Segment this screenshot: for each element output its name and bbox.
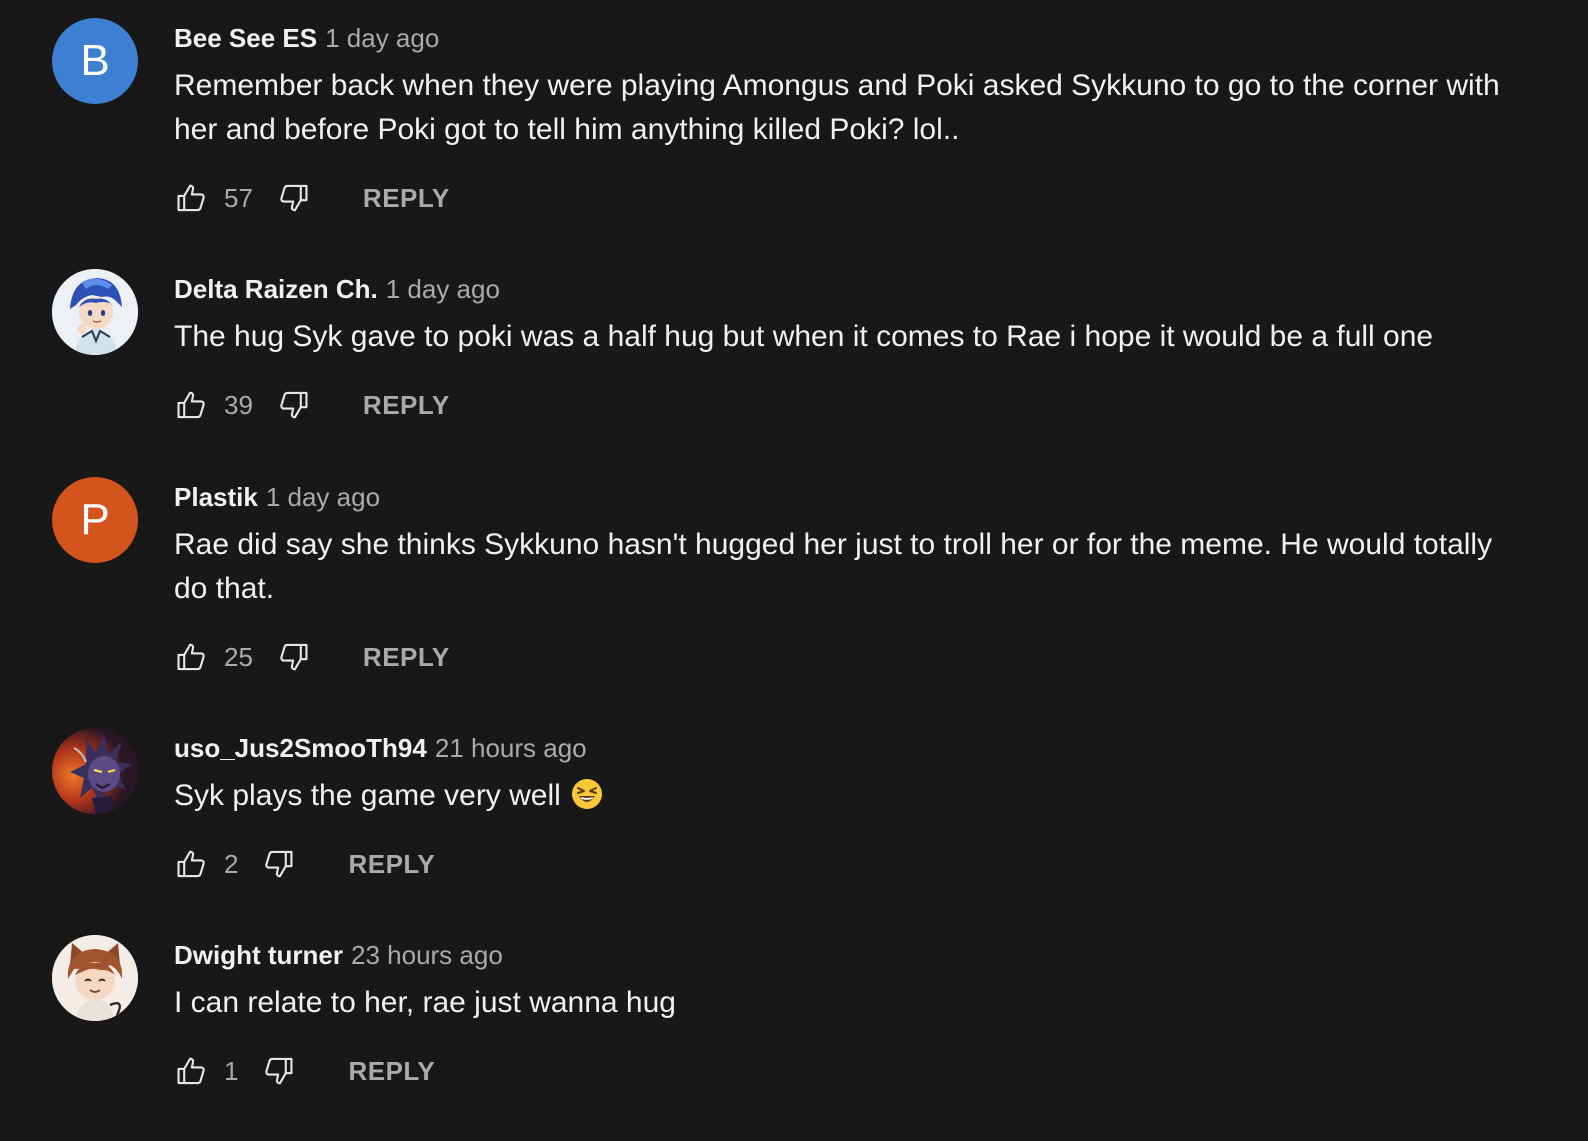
comment-body: Delta Raizen Ch. 1 day ago The hug Syk ga… [174, 269, 1534, 359]
comment-body: uso_Jus2SmooTh94 21 hours ago Syk plays t… [174, 728, 1534, 818]
comment-actions: 1 REPLY [174, 1049, 435, 1093]
thumbs-up-icon[interactable] [174, 180, 210, 216]
avatar[interactable] [52, 269, 138, 355]
comment-body: Plastik 1 day ago Rae did say she thinks … [174, 477, 1534, 611]
reply-button[interactable]: REPLY [363, 183, 450, 214]
comment-header: Bee See ES 1 day ago [174, 18, 1534, 58]
like-count: 2 [224, 848, 239, 879]
anime-character-avatar-icon [52, 269, 138, 355]
cat-ear-character-avatar-icon [52, 935, 138, 1021]
comment-actions: 39 REPLY [174, 383, 450, 427]
comment-timestamp[interactable]: 1 day ago [266, 482, 380, 512]
reply-button[interactable]: REPLY [363, 642, 450, 673]
comment-actions: 57 REPLY [174, 176, 450, 220]
thumbs-up-icon[interactable] [174, 1053, 210, 1089]
comment-header: uso_Jus2SmooTh94 21 hours ago [174, 728, 1534, 768]
avatar[interactable] [52, 935, 138, 1021]
comment-actions: 2 REPLY [174, 842, 435, 886]
avatar[interactable] [52, 728, 138, 814]
thumbs-down-icon[interactable] [275, 387, 311, 423]
laughing-squinting-face-emoji [571, 779, 602, 809]
reply-button[interactable]: REPLY [363, 390, 450, 421]
like-count: 39 [224, 389, 253, 420]
avatar-letter: P [80, 495, 110, 544]
comment-text: Rae did say she thinks Sykkuno hasn't hu… [174, 528, 1493, 605]
thumbs-down-icon[interactable] [275, 180, 311, 216]
thumbs-up-icon[interactable] [174, 639, 210, 675]
comment-actions: 25 REPLY [174, 635, 450, 679]
thumbs-up-icon[interactable] [174, 846, 210, 882]
dark-character-avatar-icon [52, 728, 138, 814]
comment-header: Dwight turner 23 hours ago [174, 935, 1534, 975]
thumbs-down-icon[interactable] [260, 1053, 296, 1089]
comment-timestamp[interactable]: 1 day ago [325, 23, 439, 53]
comment-timestamp[interactable]: 23 hours ago [351, 940, 503, 970]
avatar-letter: B [80, 36, 110, 85]
comment-header: Plastik 1 day ago [174, 477, 1534, 517]
thumbs-up-icon[interactable] [174, 387, 210, 423]
comment-body: Bee See ES 1 day ago Remember back when t… [174, 18, 1534, 152]
like-count: 57 [224, 182, 253, 213]
thumbs-down-icon[interactable] [275, 639, 311, 675]
comment-header: Delta Raizen Ch. 1 day ago [174, 269, 1534, 309]
avatar[interactable]: B [52, 18, 138, 104]
comment-timestamp[interactable]: 1 day ago [386, 274, 500, 304]
comment-author[interactable]: Delta Raizen Ch. [174, 274, 378, 304]
comment-body: Dwight turner 23 hours ago I can relate t… [174, 935, 1534, 1025]
comment-author[interactable]: Dwight turner [174, 940, 343, 970]
comment-author[interactable]: Plastik [174, 482, 258, 512]
reply-button[interactable]: REPLY [348, 849, 435, 880]
comment-text: I can relate to her, rae just wanna hug [174, 986, 676, 1019]
like-count: 25 [224, 641, 253, 672]
comment-text: Remember back when they were playing Amo… [174, 69, 1500, 146]
comment-text-content: Syk plays the game very well [174, 779, 561, 812]
comment-text: The hug Syk gave to poki was a half hug … [174, 320, 1434, 353]
avatar[interactable]: P [52, 477, 138, 563]
comment-author[interactable]: uso_Jus2SmooTh94 [174, 733, 427, 763]
reply-button[interactable]: REPLY [348, 1056, 435, 1087]
thumbs-down-icon[interactable] [260, 846, 296, 882]
like-count: 1 [224, 1055, 239, 1086]
comment-text: Syk plays the game very well [174, 774, 1514, 818]
comment-author[interactable]: Bee See ES [174, 23, 317, 53]
comment-timestamp[interactable]: 21 hours ago [435, 733, 587, 763]
